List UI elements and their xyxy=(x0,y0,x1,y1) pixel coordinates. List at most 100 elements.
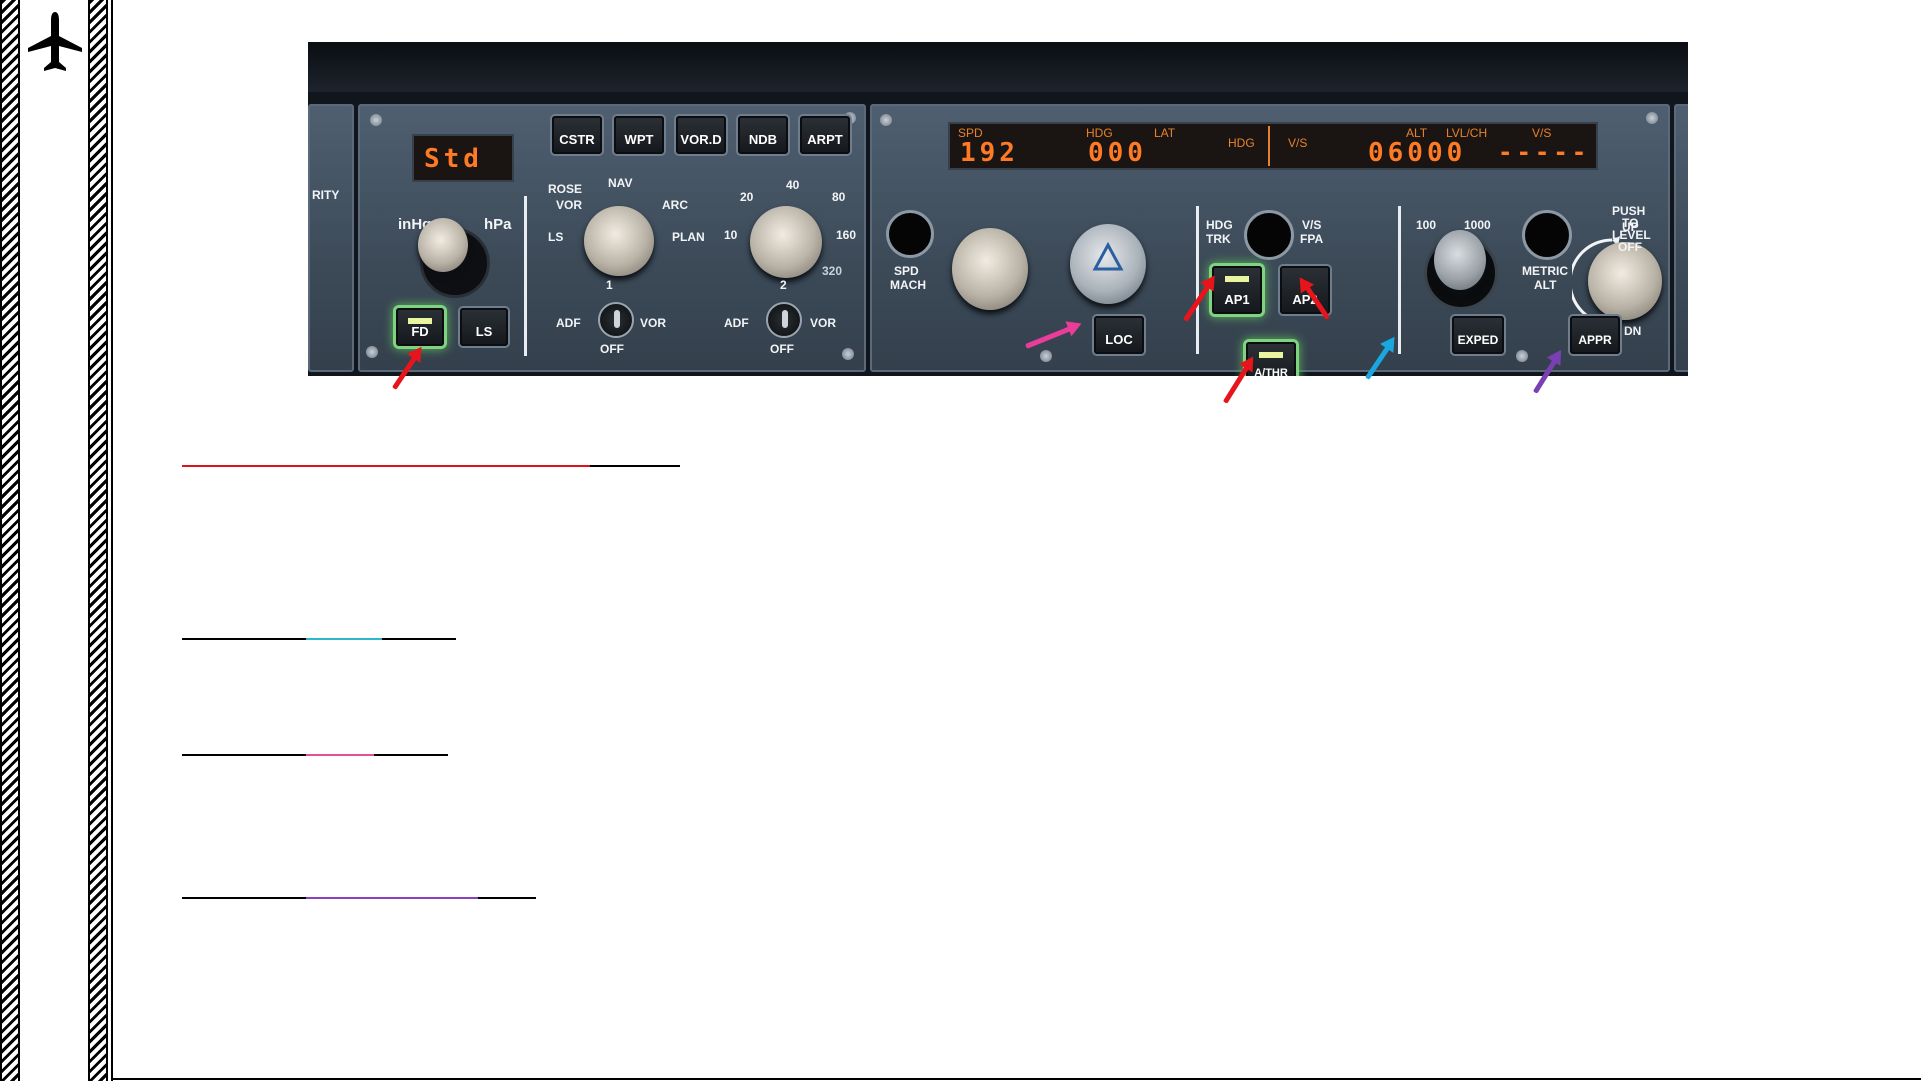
vs-display-label: V/S xyxy=(1288,136,1308,150)
heading-knob[interactable] xyxy=(1070,224,1146,304)
screw xyxy=(1516,350,1528,362)
efis-control-panel: Std inHg hPa FD LS CSTR WPT VOR.D NDB AR… xyxy=(358,104,866,372)
off2-label: OFF xyxy=(770,342,794,356)
exped-button[interactable]: EXPED xyxy=(1452,316,1504,354)
right-plate xyxy=(1674,104,1688,372)
mode-vor-label: VOR xyxy=(556,198,583,212)
adf1-label: ADF xyxy=(556,316,581,330)
hdg-trk-vs-fpa-button[interactable] xyxy=(1244,210,1294,260)
mode-arc-label: ARC xyxy=(662,198,688,212)
spd-value: 192 xyxy=(960,138,1019,168)
sidebar-border xyxy=(111,0,113,1081)
spd-mach-label-spd: SPD xyxy=(894,264,919,278)
vor2-label: VOR xyxy=(810,316,837,330)
range-10-label: 10 xyxy=(724,228,738,242)
divider xyxy=(1398,206,1401,354)
glareshield xyxy=(308,42,1688,92)
baro-knob[interactable] xyxy=(418,218,468,272)
divider xyxy=(1196,206,1199,354)
altitude-knob[interactable] xyxy=(1434,230,1486,290)
metric-alt-button[interactable] xyxy=(1522,210,1572,260)
arpt-button[interactable]: ARPT xyxy=(800,116,850,154)
alt-value: 06000 xyxy=(1368,138,1467,168)
mode-nav-label: NAV xyxy=(608,176,633,190)
adf-vor-1-switch[interactable] xyxy=(598,302,634,338)
range-40-label: 40 xyxy=(786,178,800,192)
screw xyxy=(1646,112,1658,124)
range-160-label: 160 xyxy=(836,228,857,242)
heading-cyan-lead xyxy=(182,638,306,640)
ap1-button[interactable]: AP1 xyxy=(1212,266,1262,314)
screw xyxy=(370,114,382,126)
nd-mode-selector[interactable] xyxy=(584,206,654,276)
heading-pink-tail xyxy=(374,754,448,756)
nd-range-selector[interactable] xyxy=(750,206,822,278)
adf-vor-1-number: 1 xyxy=(606,278,613,292)
screw xyxy=(842,348,854,360)
left-plate: RITY xyxy=(308,104,354,372)
screw xyxy=(880,114,892,126)
adf-vor-2-switch[interactable] xyxy=(766,302,802,338)
vs-fpa-label-vs: V/S xyxy=(1302,218,1322,232)
vor1-label: VOR xyxy=(640,316,667,330)
hdg-vs-label: HDG xyxy=(1228,136,1255,150)
mode-plan-label: PLAN xyxy=(672,230,705,244)
ap1-light xyxy=(1225,276,1249,282)
hdg-value: 000 xyxy=(1088,138,1147,168)
screw xyxy=(366,346,378,358)
off1-label: OFF xyxy=(600,342,624,356)
metric-label: METRIC xyxy=(1522,264,1568,278)
spd-mach-label-mach: MACH xyxy=(890,278,926,292)
heading-pink xyxy=(306,754,374,756)
heading-purple-lead xyxy=(182,897,306,899)
fcu-display: SPD 192 HDG LAT 000 HDG V/S ALT LVL/CH V… xyxy=(948,122,1598,170)
vs-fpa-label-fpa: FPA xyxy=(1300,232,1324,246)
off-label: OFF xyxy=(1618,240,1642,254)
adf2-label: ADF xyxy=(724,316,749,330)
sidebar-hatch-right xyxy=(88,0,108,1081)
alt-increment-100: 100 xyxy=(1416,218,1437,232)
baro-value: Std xyxy=(424,144,483,174)
side-label: RITY xyxy=(312,188,340,202)
hpa-label: hPa xyxy=(484,216,512,233)
sidebar xyxy=(20,0,88,1081)
heading-cyan-tail xyxy=(382,638,456,640)
spd-mach-button[interactable] xyxy=(886,210,934,258)
airplane-icon xyxy=(28,12,82,71)
ls-button[interactable]: LS xyxy=(460,308,508,346)
bottom-rule xyxy=(113,1078,1921,1080)
speed-knob[interactable] xyxy=(952,228,1028,310)
heading-cyan xyxy=(306,638,382,640)
cstr-button[interactable]: CSTR xyxy=(552,116,602,154)
adf-vor-2-number: 2 xyxy=(780,278,787,292)
heading-red xyxy=(182,465,590,467)
lat-display-label: LAT xyxy=(1154,126,1176,140)
loc-button[interactable]: LOC xyxy=(1094,316,1144,354)
vs-value: ----- xyxy=(1498,138,1591,166)
triangle-icon xyxy=(1092,242,1124,271)
heading-purple xyxy=(306,897,478,899)
heading-purple-tail xyxy=(478,897,536,899)
wpt-button[interactable]: WPT xyxy=(614,116,664,154)
range-80-label: 80 xyxy=(832,190,846,204)
vord-button[interactable]: VOR.D xyxy=(676,116,726,154)
fd-button[interactable]: FD xyxy=(396,308,444,346)
baro-display: Std xyxy=(412,134,514,182)
hdg-trk-label-trk: TRK xyxy=(1206,232,1231,246)
screw xyxy=(1040,350,1052,362)
sidebar-hatch-left xyxy=(0,0,20,1081)
range-320-label: 320 xyxy=(822,264,843,278)
fcu-panel-image: RITY Std inHg hPa FD LS CSTR WPT VOR.D N… xyxy=(308,42,1688,376)
display-divider xyxy=(1268,126,1270,166)
appr-button[interactable]: APPR xyxy=(1570,316,1620,354)
hdg-trk-label-hdg: HDG xyxy=(1206,218,1233,232)
metric-alt-label: ALT xyxy=(1534,278,1557,292)
range-20-label: 20 xyxy=(740,190,754,204)
alt-increment-1000: 1000 xyxy=(1464,218,1491,232)
heading-pink-lead xyxy=(182,754,306,756)
autopilot-control-panel: SPD 192 HDG LAT 000 HDG V/S ALT LVL/CH V… xyxy=(870,104,1670,376)
mode-ls-label: LS xyxy=(548,230,564,244)
divider xyxy=(524,196,527,356)
mode-rose-label: ROSE xyxy=(548,182,583,196)
ndb-button[interactable]: NDB xyxy=(738,116,788,154)
